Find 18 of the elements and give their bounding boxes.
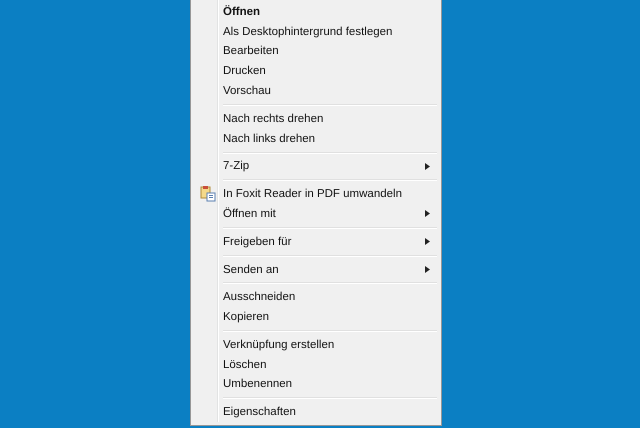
menu-item[interactable]: Vorschau: [193, 81, 439, 101]
menu-item[interactable]: Öffnen: [193, 2, 439, 22]
menu-item[interactable]: Kopieren: [193, 307, 439, 327]
menu-item[interactable]: Als Desktophintergrund festlegen: [193, 22, 439, 42]
menu-item[interactable]: Freigeben für: [193, 232, 439, 252]
menu-item[interactable]: 7-Zip: [193, 156, 439, 176]
menu-item[interactable]: Verknüpfung erstellen: [193, 334, 439, 355]
menu-item[interactable]: Ausschneiden: [193, 287, 439, 308]
menu-item[interactable]: Drucken: [193, 61, 439, 82]
menu-item[interactable]: Öffnen mit: [193, 204, 439, 224]
menu-item[interactable]: Umbenennen: [193, 374, 439, 394]
menu-item[interactable]: Nach rechts drehen: [193, 108, 439, 129]
menu-item[interactable]: Nach links drehen: [193, 128, 439, 149]
menu-item[interactable]: Eigenschaften: [193, 402, 439, 422]
menu-item[interactable]: Bearbeiten: [193, 42, 439, 62]
menu-item[interactable]: Senden an: [193, 260, 439, 280]
menu-item[interactable]: Löschen: [193, 354, 439, 375]
menu-item[interactable]: In Foxit Reader in PDF umwandeln: [193, 184, 439, 204]
